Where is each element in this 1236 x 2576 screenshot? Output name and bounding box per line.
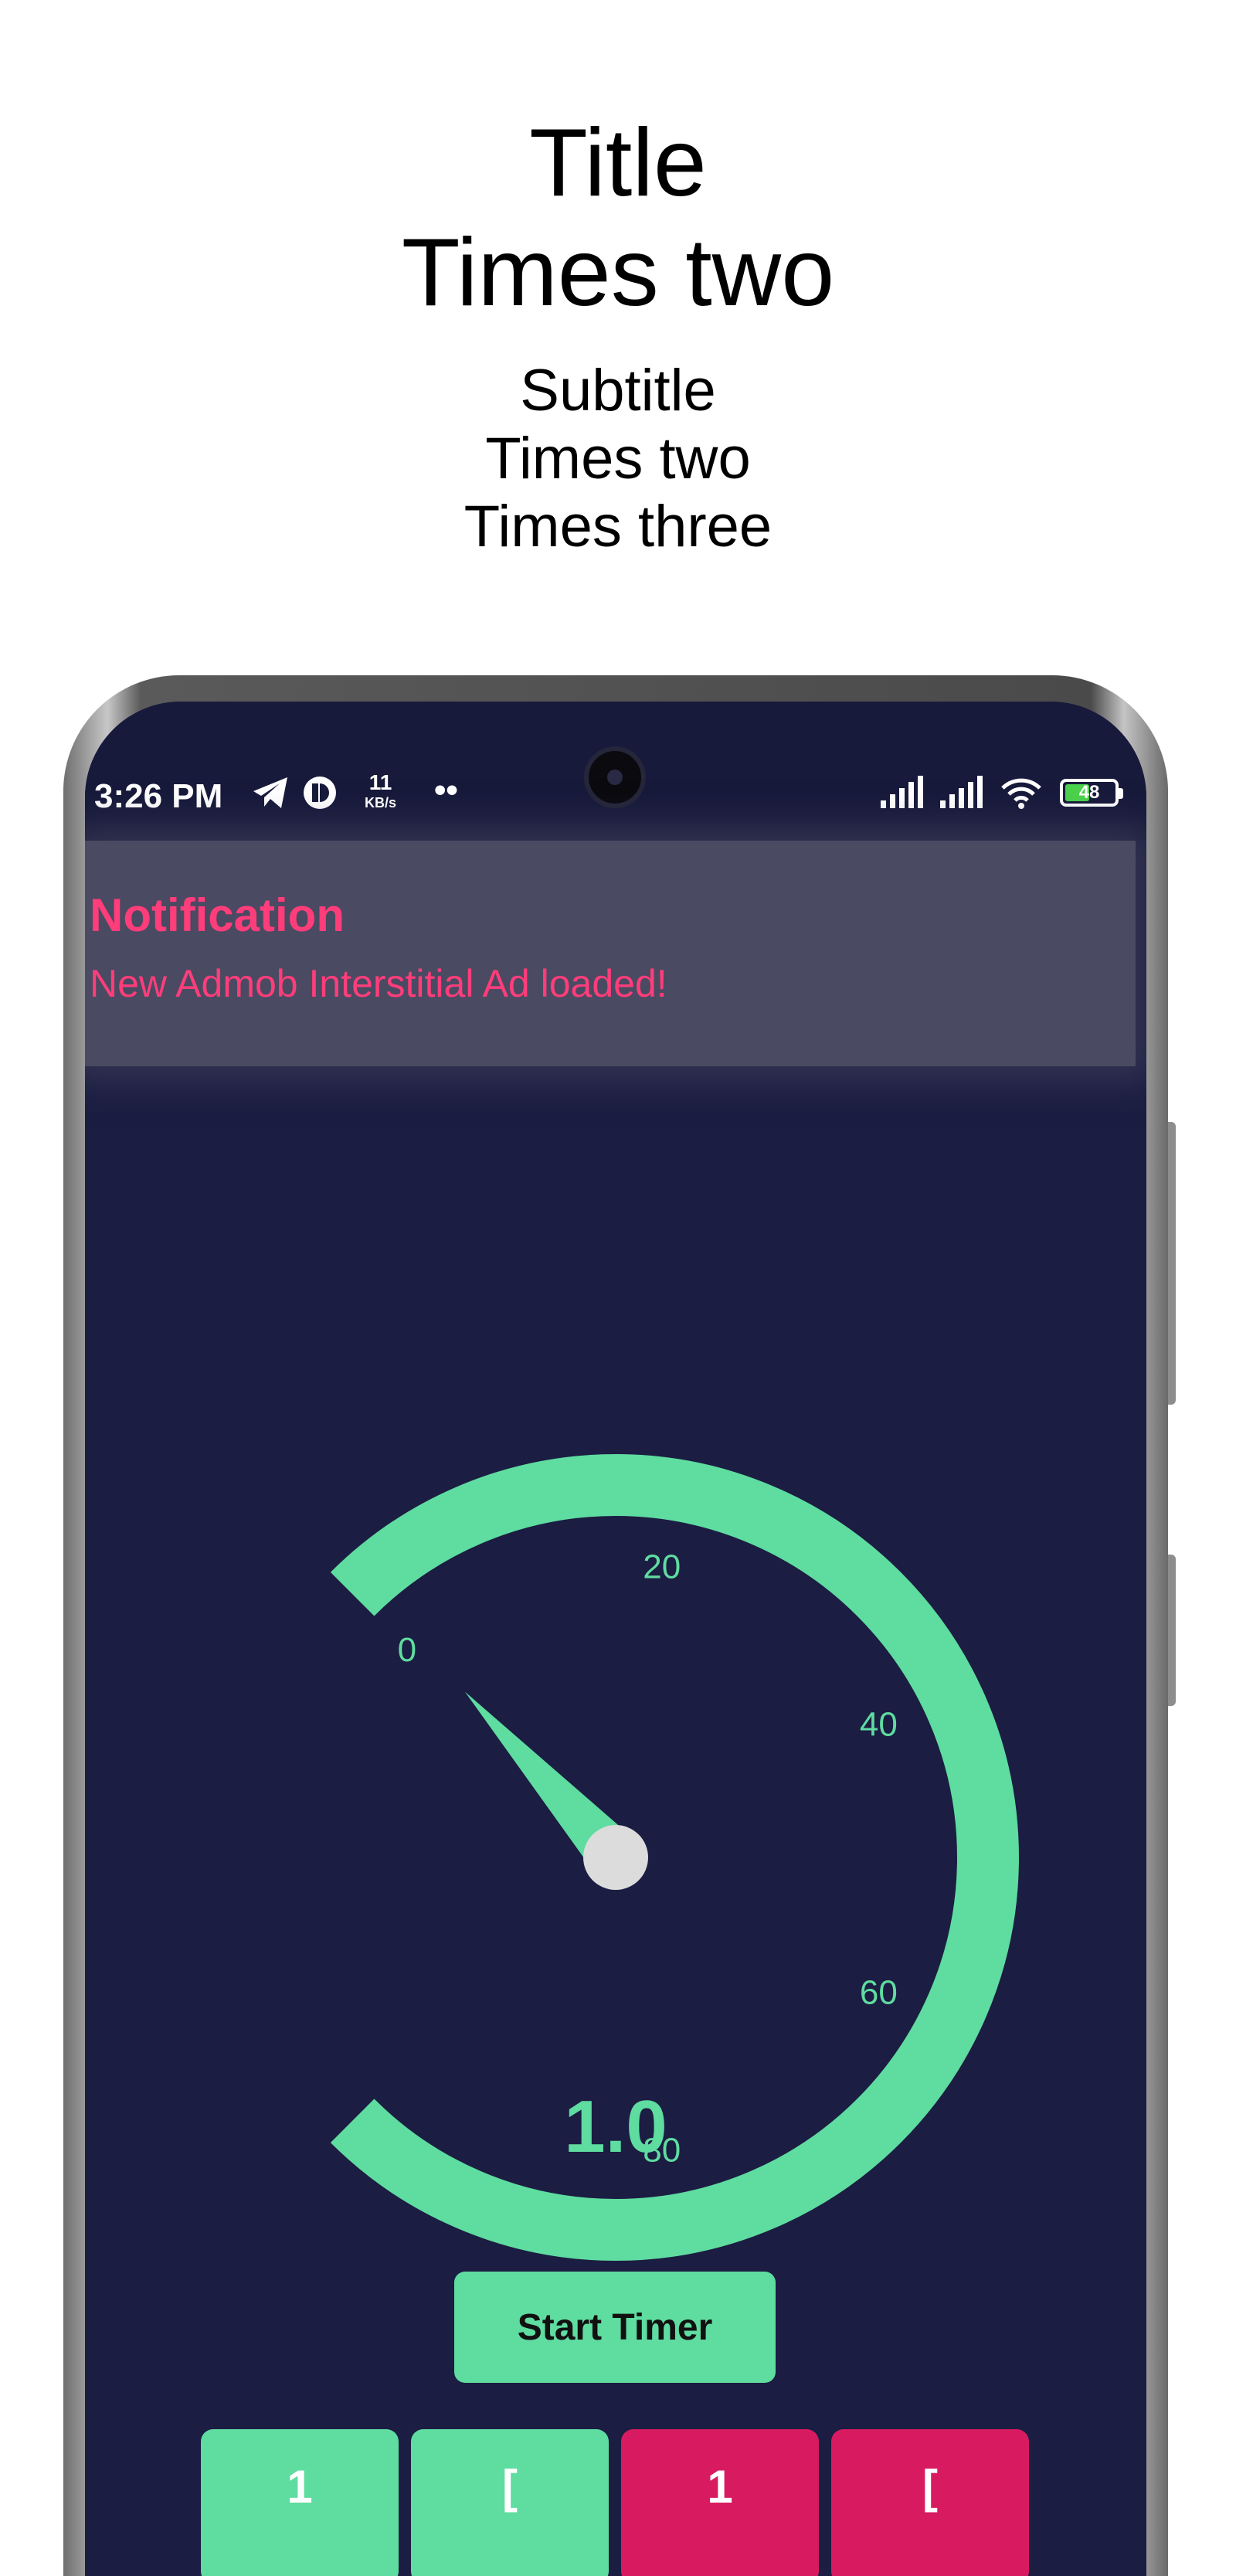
phone-screen: 3:26 PM 11 KB/s •• 48 Notification New A… [85,702,1146,2576]
title-line-2: Times two [401,219,835,326]
bottom-button-label: [ [922,2461,938,2513]
subtitle-line-2: Times two [485,426,751,491]
speed-value: 1.0 [564,2085,667,2168]
phone-frame: 3:26 PM 11 KB/s •• 48 Notification New A… [63,675,1168,2576]
gauge-tick-label: 60 [860,1973,898,2011]
bottom-button-4[interactable]: [ [831,2429,1029,2576]
bottom-button-2[interactable]: [ [411,2429,609,2576]
bottom-button-label: 1 [707,2461,733,2513]
gauge-tick-label: 40 [860,1706,898,1744]
bottom-button-1[interactable]: 1 [201,2429,399,2576]
gauge-tick-label: 20 [643,1548,681,1586]
subtitle-line-1: Subtitle [520,358,716,423]
bottom-button-label: 1 [287,2461,313,2513]
start-timer-button[interactable]: Start Timer [454,2272,776,2383]
gauge-tick-label: 0 [398,1631,416,1669]
page-subtitle: Subtitle Times two Times three [0,357,1236,561]
page-title: Title Times two [0,108,1236,328]
gauge-needle-hub [583,1825,648,1890]
title-line-1: Title [529,110,707,216]
bottom-button-label: [ [502,2461,518,2513]
subtitle-line-3: Times three [464,494,772,559]
bottom-button-3[interactable]: 1 [621,2429,819,2576]
